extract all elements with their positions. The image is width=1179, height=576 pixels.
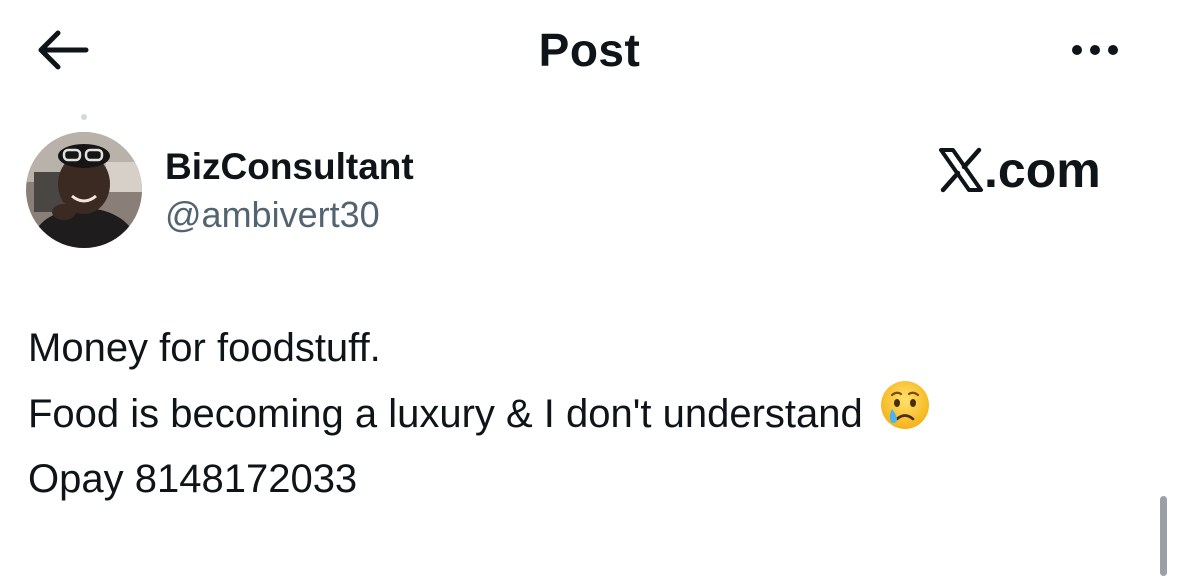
thread-connector [81, 114, 87, 120]
more-horizontal-icon-dot-3 [1108, 45, 1118, 55]
post-line-2-text: Food is becoming a luxury & I don't unde… [28, 391, 863, 436]
post-page: Post BizConsultant @ambivert30 .com Mone… [0, 0, 1179, 576]
crying-face-emoji-icon [879, 379, 931, 449]
scrollbar[interactable] [1160, 496, 1167, 576]
more-horizontal-icon [1072, 45, 1082, 55]
post-line-1: Money for foodstuff. [28, 326, 381, 370]
post-line-2: Food is becoming a luxury & I don't unde… [28, 379, 1128, 449]
more-horizontal-icon-dot-2 [1090, 45, 1100, 55]
author-handle[interactable]: @ambivert30 [165, 194, 380, 236]
more-options-button[interactable] [1060, 22, 1130, 78]
avatar[interactable] [26, 132, 142, 248]
x-com-watermark: .com [938, 142, 1101, 198]
profile-photo-icon [26, 132, 142, 248]
author-display-name[interactable]: BizConsultant [165, 146, 414, 188]
page-title: Post [538, 24, 641, 76]
post-line-3: Opay 8148172033 [28, 457, 358, 501]
x-logo-icon [939, 147, 983, 193]
top-bar: Post [0, 0, 1179, 100]
post-text: Money for foodstuff. Food is becoming a … [28, 318, 1128, 510]
watermark-text: .com [984, 142, 1101, 198]
